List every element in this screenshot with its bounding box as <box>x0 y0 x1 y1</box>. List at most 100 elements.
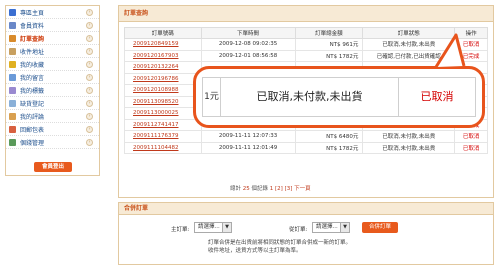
merge-controls: 主訂單: 請選擇... ▼ 從訂單: 請選擇... ▼ 合併訂單 <box>119 222 493 236</box>
from-order-label: 從訂單: <box>289 227 308 233</box>
sidebar-item[interactable]: 我的收藏 › <box>6 58 99 71</box>
chevron-right-icon: › <box>86 48 93 55</box>
chevron-right-icon: › <box>86 74 93 81</box>
zoom-callout: 1元 已取消,未付款,未出貨 已取消 <box>193 66 485 128</box>
order-action[interactable]: 已取消 <box>454 130 488 143</box>
table-row: 2009111176379 2009-11-11 12:07:33 NT$ 6480… <box>124 130 488 143</box>
chevron-right-icon: › <box>86 22 93 29</box>
sidebar-item-label: 收件地址 <box>20 48 45 56</box>
order-id-link[interactable]: 2009113000025 <box>124 107 202 120</box>
package-icon <box>9 125 16 133</box>
order-amount: NT$ 1782元 <box>294 141 364 154</box>
main-order-select-value: 請選擇... <box>198 224 220 230</box>
order-time: 2009-11-11 12:07:33 <box>200 130 296 143</box>
sidebar-item[interactable]: 我的標籤 › <box>6 84 99 97</box>
sidebar-item[interactable]: 我的留言 › <box>6 71 99 84</box>
order-status: 已取消,未付款,未出貨 <box>362 141 456 154</box>
order-id-link[interactable]: 2009120132264 <box>124 61 202 74</box>
sidebar-item[interactable]: 訂單查詢 › <box>6 32 99 45</box>
sidebar-item[interactable]: 回郵包表 › <box>6 123 99 136</box>
sidebar-item[interactable]: 專區主頁 › <box>6 6 99 19</box>
sidebar-menu: 專區主頁 › 會員資料 › 訂單查詢 › 收件地址 › 我的收藏 › 我的留言 › 我的標籤 › 缺貨登記 ›… <box>6 6 99 149</box>
sidebar-item[interactable]: 我的評論 › <box>6 110 99 123</box>
pager-total-count: 25 <box>242 186 250 192</box>
tag-icon <box>9 86 16 94</box>
message-icon <box>9 73 16 81</box>
wallet-icon <box>9 138 16 146</box>
home-icon <box>9 8 16 16</box>
sidebar-item-label: 專區主頁 <box>20 9 45 17</box>
comment-icon <box>9 112 16 120</box>
order-id-link[interactable]: 2009112741417 <box>124 118 202 131</box>
column-header-id: 訂單號碼 <box>124 27 202 39</box>
chevron-right-icon: › <box>86 100 93 107</box>
merge-note-line-2: 收件地址，送貨方式等以主訂單為準。 <box>208 248 302 254</box>
order-status: 已取消,未付款,未出貨 <box>362 130 456 143</box>
pager-unit: 個記錄 <box>251 186 269 192</box>
order-amount: NT$ 1782元 <box>294 49 364 62</box>
order-section-title: 訂單查詢 <box>119 6 493 22</box>
order-id-link[interactable]: 2009120108988 <box>124 84 202 97</box>
order-id-link[interactable]: 2009113098520 <box>124 95 202 108</box>
from-order-select-value: 請選擇... <box>316 224 338 230</box>
sidebar-item[interactable]: 會員資料 › <box>6 19 99 32</box>
from-order-select[interactable]: 請選擇... ▼ <box>312 222 350 233</box>
chevron-right-icon: › <box>86 139 93 146</box>
address-icon <box>9 47 16 55</box>
pagination: 總計 25 個記錄 1 [2] [3] 下一頁 <box>230 184 311 192</box>
order-time: 2009-11-11 12:01:49 <box>200 141 296 154</box>
sidebar-item-label: 會員資料 <box>20 22 45 30</box>
chevron-right-icon: › <box>86 61 93 68</box>
chevron-right-icon: › <box>86 87 93 94</box>
member-icon <box>9 21 16 29</box>
chevron-down-icon: ▼ <box>340 223 349 232</box>
sidebar-item[interactable]: 個錢管理 › <box>6 136 99 149</box>
chevron-right-icon: › <box>86 35 93 42</box>
sidebar-item-label: 我的評論 <box>20 113 45 121</box>
order-amount: NT$ 6480元 <box>294 130 364 143</box>
order-action[interactable]: 已取消 <box>454 141 488 154</box>
callout-status: 已取消,未付款,未出貨 <box>221 78 399 116</box>
column-header-amount: 訂單總金額 <box>294 27 364 39</box>
order-amount: NT$ 961元 <box>294 38 364 51</box>
order-id-link[interactable]: 2009111104482 <box>124 141 202 154</box>
chevron-right-icon: › <box>86 113 93 120</box>
main-order-select[interactable]: 請選擇... ▼ <box>194 222 232 233</box>
order-id-link[interactable]: 2009120849159 <box>124 38 202 51</box>
chevron-right-icon: › <box>86 9 93 16</box>
star-icon <box>9 60 16 68</box>
sidebar-item-label: 缺貨登記 <box>20 100 45 108</box>
order-time: 2009-12-01 08:56:58 <box>200 49 296 62</box>
sidebar-item-label: 訂單查詢 <box>20 35 45 43</box>
merge-panel: 合併訂單 主訂單: 請選擇... ▼ 從訂單: 請選擇... ▼ 合併訂單 訂單… <box>118 202 494 265</box>
merge-section-title: 合併訂單 <box>119 203 493 215</box>
chevron-right-icon: › <box>86 126 93 133</box>
sidebar-item-label: 個錢管理 <box>20 139 45 147</box>
callout-pointer <box>434 33 466 68</box>
order-id-link[interactable]: 2009120167903 <box>124 49 202 62</box>
pager-pages[interactable]: 1 [2] [3] 下一頁 <box>270 186 311 192</box>
callout-action[interactable]: 已取消 <box>399 78 475 116</box>
sidebar-item-label: 我的標籤 <box>20 87 45 95</box>
merge-note: 訂單合併是在出貨前將相同狀態的訂單合併成一新的訂單。 收件地址，送貨方式等以主訂… <box>208 239 351 255</box>
order-time: 2009-12-08 09:02:35 <box>200 38 296 51</box>
column-header-time: 下單時間 <box>200 27 296 39</box>
merge-order-button[interactable]: 合併訂單 <box>362 222 398 233</box>
sidebar-item[interactable]: 缺貨登記 › <box>6 97 99 110</box>
order-icon <box>9 34 16 42</box>
sidebar-item-label: 我的收藏 <box>20 61 45 69</box>
sidebar-item-label: 回郵包表 <box>20 126 45 134</box>
pager-total-label: 總計 <box>230 186 242 192</box>
register-icon <box>9 99 16 107</box>
merge-note-line-1: 訂單合併是在出貨前將相同狀態的訂單合併成一新的訂單。 <box>208 240 352 246</box>
table-row: 2009111104482 2009-11-11 12:01:49 NT$ 1782… <box>124 141 488 154</box>
sidebar-item-label: 我的留言 <box>20 74 45 82</box>
sidebar-item[interactable]: 收件地址 › <box>6 45 99 58</box>
order-id-link[interactable]: 2009111176379 <box>124 130 202 143</box>
callout-amount-fragment: 1元 <box>203 78 221 116</box>
member-sidebar: 專區主頁 › 會員資料 › 訂單查詢 › 收件地址 › 我的收藏 › 我的留言 › 我的標籤 › 缺貨登記 ›… <box>5 5 100 176</box>
logout-button[interactable]: 會員登出 <box>34 162 72 172</box>
order-id-link[interactable]: 2009120196786 <box>124 72 202 85</box>
main-order-label: 主訂單: <box>171 227 190 233</box>
callout-row: 1元 已取消,未付款,未出貨 已取消 <box>202 77 476 117</box>
